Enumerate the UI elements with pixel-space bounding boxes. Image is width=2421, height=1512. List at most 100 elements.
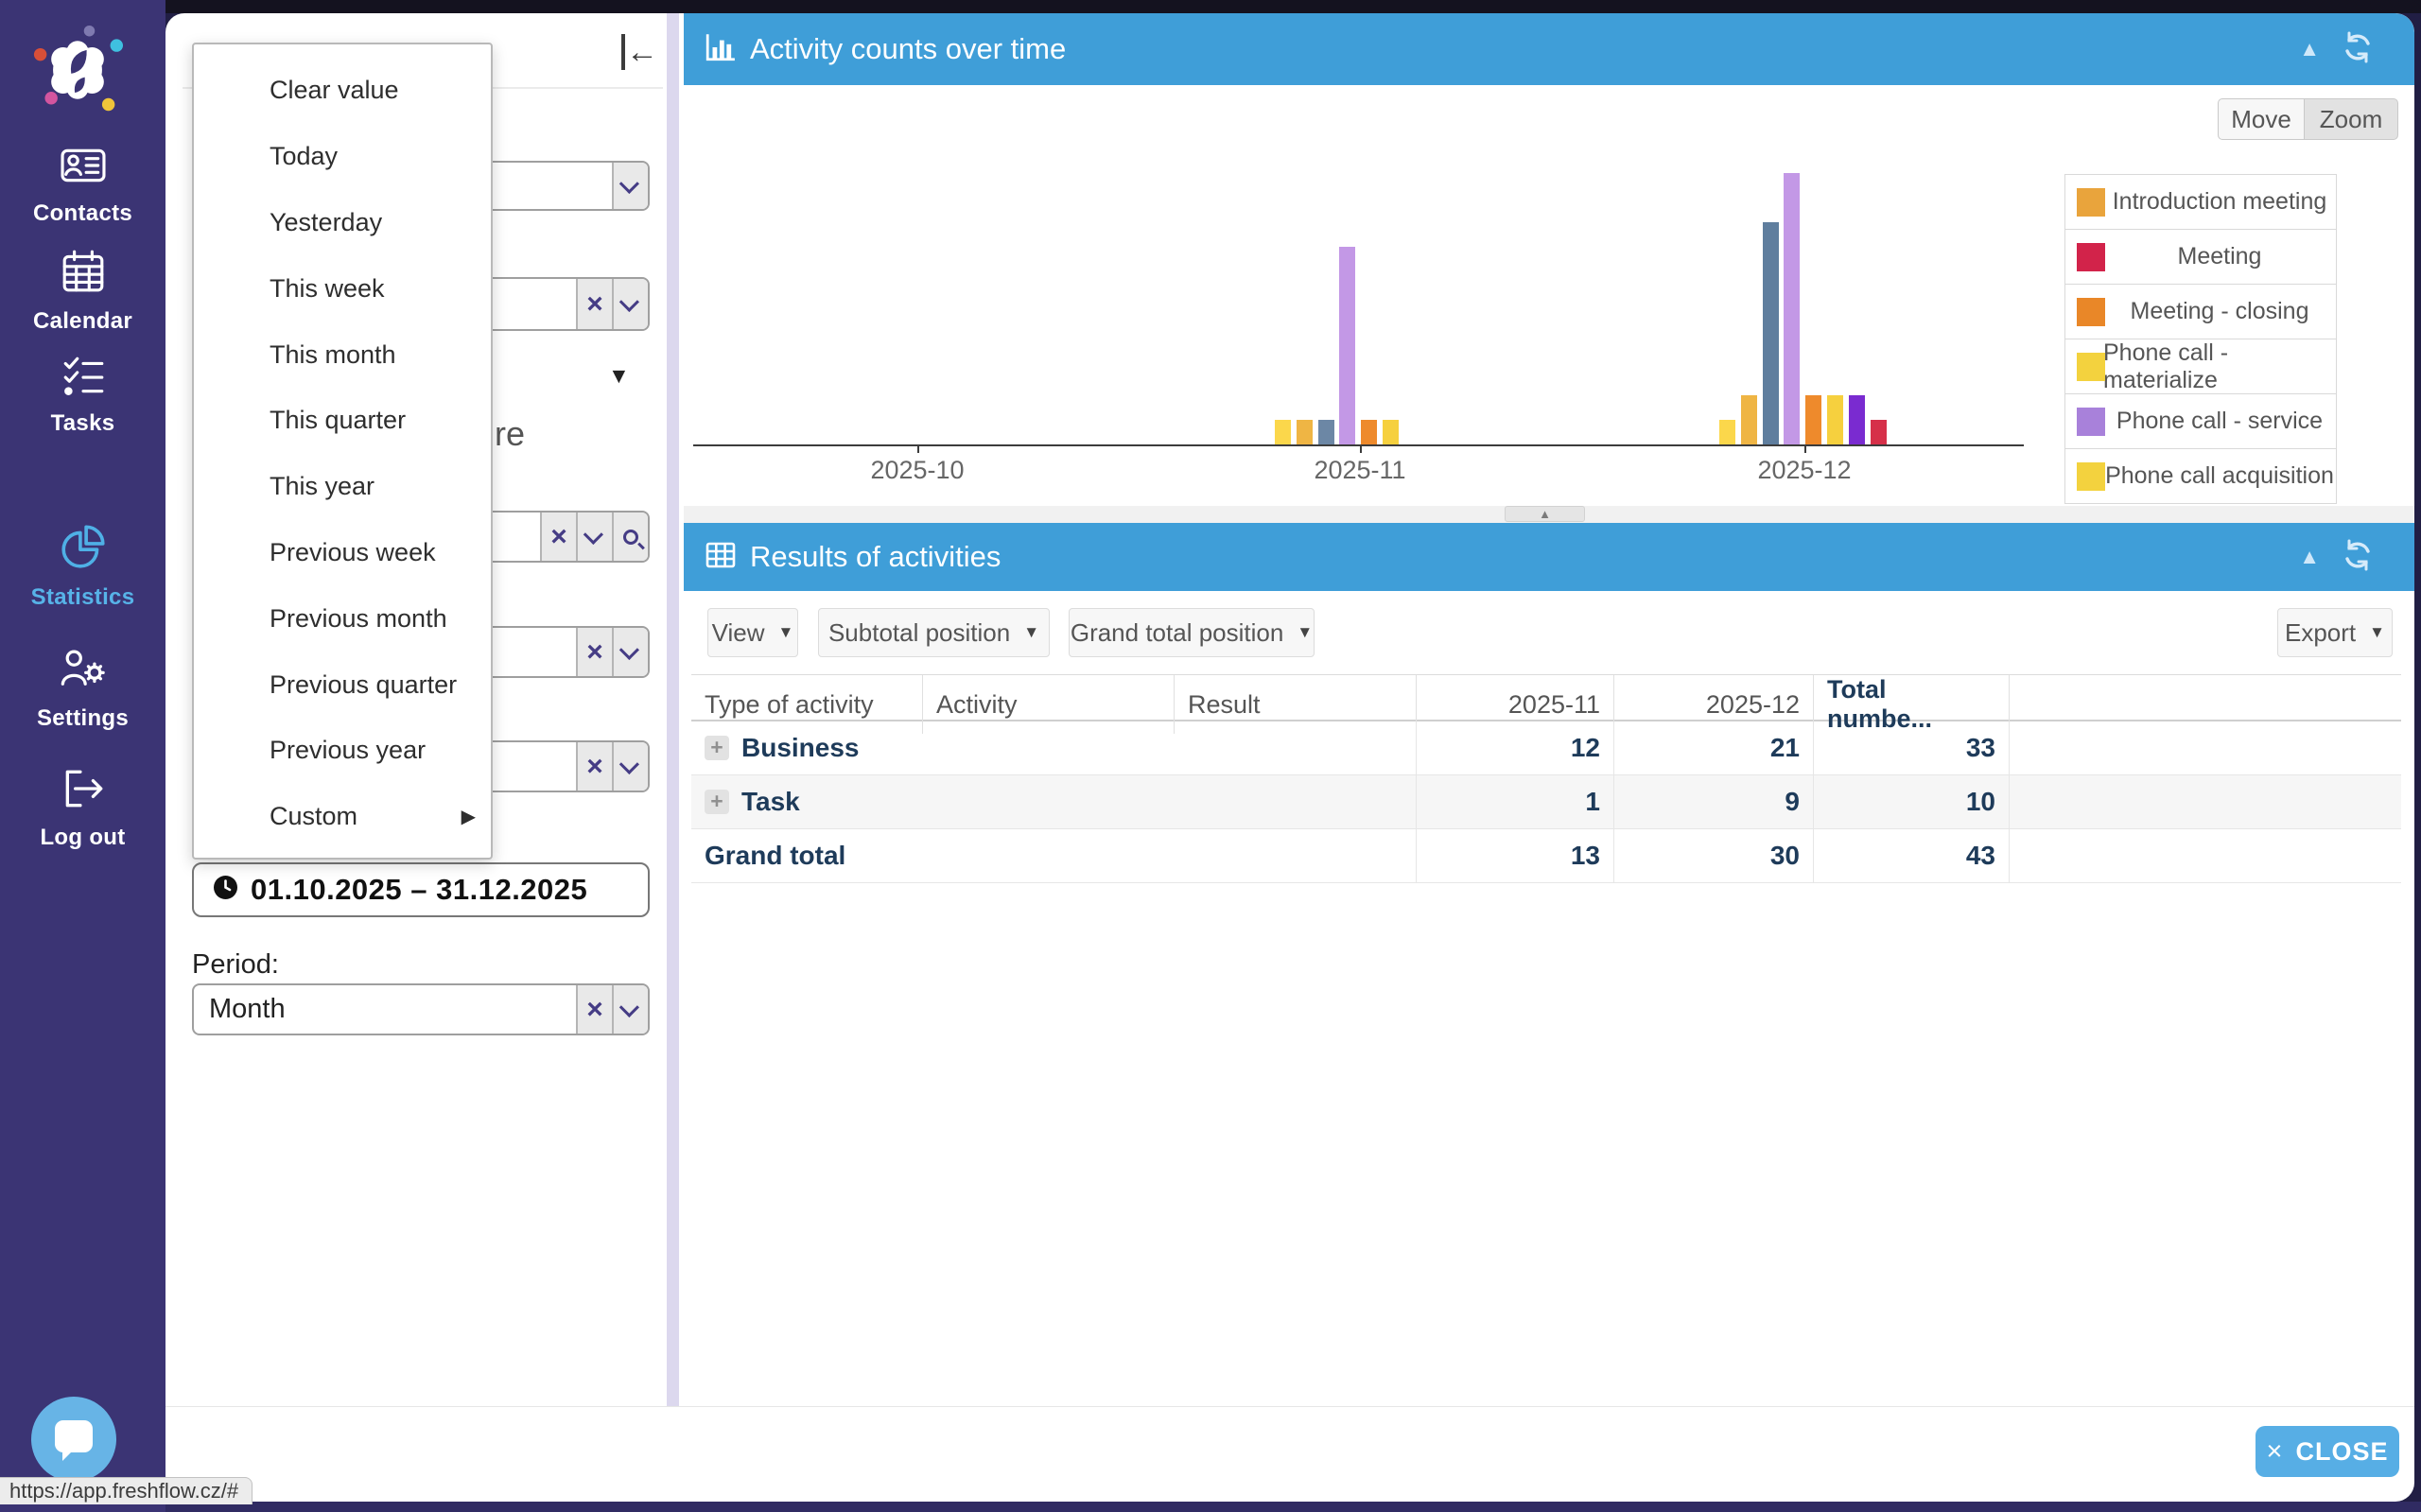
logout-icon: [60, 766, 107, 816]
splitter-handle[interactable]: ▲: [1505, 506, 1585, 522]
period-select-value[interactable]: Month: [194, 985, 576, 1034]
chat-button[interactable]: [31, 1397, 116, 1482]
menu-item[interactable]: Clear value: [194, 58, 491, 124]
sidebar-item-tasks[interactable]: Tasks: [0, 354, 165, 437]
submenu-arrow-icon: ▶: [462, 805, 476, 828]
view-button[interactable]: View ▼: [707, 608, 798, 657]
menu-item[interactable]: Custom▶: [194, 784, 491, 850]
clear-icon[interactable]: ×: [576, 628, 612, 676]
legend-label: Phone call - service: [2116, 408, 2323, 435]
chart-bar[interactable]: [1339, 247, 1355, 444]
date-range-field[interactable]: 01.10.2025 – 31.12.2025: [192, 862, 650, 917]
legend-label: Phone call acquisition: [2105, 462, 2334, 490]
close-button[interactable]: × CLOSE: [2256, 1426, 2399, 1477]
sidebar-item-logout[interactable]: Log out: [0, 766, 165, 851]
chevron-down-icon[interactable]: [576, 513, 612, 561]
menu-item[interactable]: Previous quarter: [194, 652, 491, 718]
legend-item[interactable]: Meeting - closing: [2064, 284, 2337, 339]
row-value-cell: [1174, 721, 1416, 774]
row-label-cell: + Business: [691, 721, 922, 774]
chart-bar[interactable]: [1318, 420, 1334, 444]
x-axis: [693, 444, 2024, 446]
chart-bar[interactable]: [1719, 420, 1735, 444]
export-button[interactable]: Export ▼: [2277, 608, 2393, 657]
axis-tick-label: 2025-12: [1729, 456, 1880, 485]
row-value-cell: [2009, 775, 2401, 828]
menu-item[interactable]: Today: [194, 124, 491, 190]
sidebar-item-label: Log out: [40, 825, 125, 851]
menu-item[interactable]: This quarter: [194, 388, 491, 454]
legend-item[interactable]: Phone call - service: [2064, 393, 2337, 449]
chart-bar[interactable]: [1784, 173, 1800, 444]
search-icon[interactable]: [612, 513, 648, 561]
clear-icon[interactable]: ×: [576, 985, 612, 1034]
chart-bar[interactable]: [1763, 222, 1779, 444]
collapse-section-icon[interactable]: ▲: [2299, 545, 2320, 569]
chart-bar[interactable]: [1741, 395, 1757, 444]
menu-item[interactable]: This year: [194, 454, 491, 520]
chart-bar[interactable]: [1275, 420, 1291, 444]
refresh-icon[interactable]: [2341, 30, 2375, 69]
chevron-down-icon[interactable]: [612, 163, 648, 209]
expand-row-button[interactable]: +: [705, 736, 729, 760]
sidebar-item-calendar[interactable]: Calendar: [0, 248, 165, 335]
clear-icon[interactable]: ×: [576, 742, 612, 791]
legend-item[interactable]: Introduction meeting: [2064, 174, 2337, 230]
row-label: Business: [741, 733, 860, 763]
period-select[interactable]: Month ×: [192, 983, 650, 1035]
chart-bar[interactable]: [1871, 420, 1887, 444]
menu-item[interactable]: Previous year: [194, 718, 491, 784]
panel-splitter[interactable]: ▲: [684, 506, 2414, 523]
collapse-section-icon[interactable]: ▲: [2299, 37, 2320, 61]
sidebar-item-label: Tasks: [51, 410, 115, 437]
sidebar-item-contacts[interactable]: Contacts: [0, 144, 165, 227]
collapse-panel-icon[interactable]: ←: [621, 34, 658, 71]
chart-bar[interactable]: [1297, 420, 1313, 444]
chevron-down-icon[interactable]: [612, 742, 648, 791]
caret-down-icon: ▼: [2369, 623, 2385, 642]
grand-total-position-button[interactable]: Grand total position ▼: [1069, 608, 1315, 657]
legend-item[interactable]: Phone call acquisition: [2064, 448, 2337, 504]
row-value-cell: 33: [1813, 721, 2009, 774]
chart-move-button[interactable]: Move: [2218, 98, 2305, 140]
sidebar-item-label: Settings: [37, 705, 129, 732]
legend-label: Introduction meeting: [2113, 188, 2327, 216]
menu-item[interactable]: This week: [194, 255, 491, 322]
chart-bar[interactable]: [1827, 395, 1843, 444]
chart-bar[interactable]: [1849, 395, 1865, 444]
chart-panel-header: Activity counts over time ▲: [684, 13, 2414, 85]
clear-icon[interactable]: ×: [576, 279, 612, 329]
legend-item[interactable]: Phone call - materialize: [2064, 339, 2337, 394]
app-logo[interactable]: [32, 25, 123, 115]
menu-item[interactable]: Previous month: [194, 585, 491, 652]
chevron-down-icon[interactable]: [612, 628, 648, 676]
period-label: Period:: [192, 949, 279, 981]
status-bar-url: https://app.freshflow.cz/#: [0, 1477, 253, 1504]
expand-row-button[interactable]: +: [705, 790, 729, 814]
refresh-icon[interactable]: [2341, 538, 2375, 577]
menu-item[interactable]: Previous week: [194, 520, 491, 586]
menu-item[interactable]: Yesterday: [194, 190, 491, 256]
legend-item[interactable]: Meeting: [2064, 229, 2337, 285]
chevron-down-icon[interactable]: [612, 985, 648, 1034]
chevron-down-icon[interactable]: [612, 279, 648, 329]
section-expander-icon[interactable]: ▼: [608, 363, 630, 389]
sidebar-item-label: Calendar: [33, 308, 132, 335]
subtotal-position-button[interactable]: Subtotal position ▼: [818, 608, 1050, 657]
table-row: Grand total133043: [691, 829, 2401, 883]
clear-icon[interactable]: ×: [540, 513, 576, 561]
chart-zoom-button[interactable]: Zoom: [2304, 98, 2398, 140]
clock-icon: [213, 875, 238, 905]
sidebar-item-statistics[interactable]: Statistics: [0, 520, 165, 611]
filter-panel-scrollbar[interactable]: [667, 13, 679, 1406]
table-header-row: Type of activityActivityResult2025-11202…: [691, 674, 2401, 721]
menu-item[interactable]: This month: [194, 322, 491, 388]
sidebar-item-label: Contacts: [33, 200, 132, 227]
sidebar-item-settings[interactable]: Settings: [0, 645, 165, 732]
chart-bar[interactable]: [1361, 420, 1377, 444]
caret-down-icon: ▼: [1023, 623, 1039, 642]
chart-bar[interactable]: [1805, 395, 1821, 444]
row-value-cell: 10: [1813, 775, 2009, 828]
chart-bar[interactable]: [1383, 420, 1399, 444]
row-label: Grand total: [705, 841, 845, 871]
